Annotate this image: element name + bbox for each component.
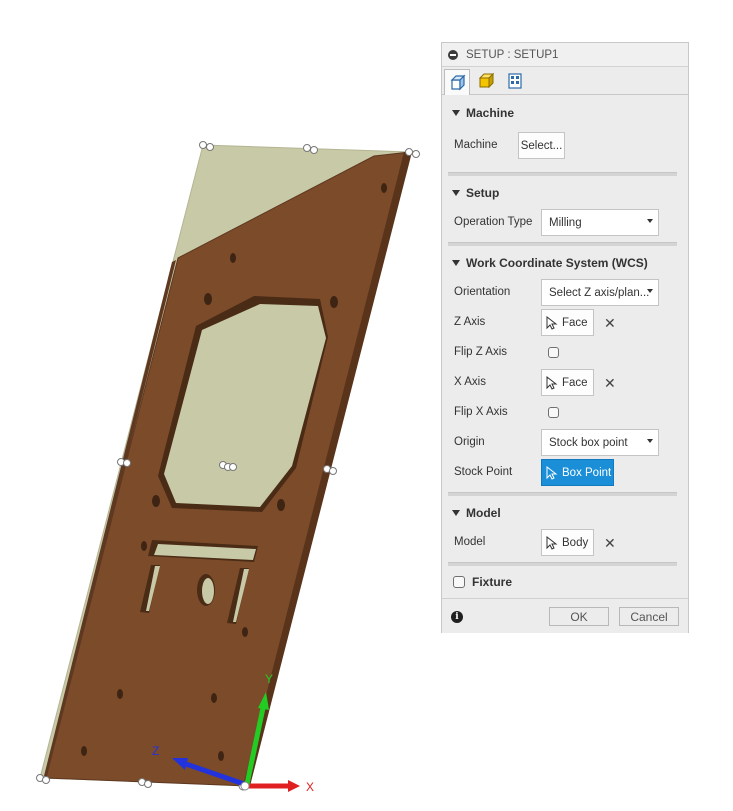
x-axis-head (288, 780, 300, 792)
machine-label: Machine (454, 139, 498, 151)
collapse-triangle-icon (452, 510, 460, 516)
cursor-arrow-icon (546, 375, 558, 390)
section-divider (448, 562, 677, 566)
model-section-header[interactable]: Model (452, 506, 501, 520)
collapse-triangle-icon (452, 260, 460, 266)
stock-box-icon (478, 72, 495, 89)
machine-heading: Machine (466, 106, 515, 120)
clear-z-axis-icon[interactable]: ✕ (604, 316, 616, 330)
orientation-value: Select Z axis/plan... (549, 286, 650, 299)
setup-section-header[interactable]: Setup (452, 186, 499, 200)
model-selection-button[interactable]: Body (541, 529, 594, 556)
cursor-arrow-icon (546, 465, 558, 480)
panel-tabs (442, 67, 688, 95)
post-process-icon (508, 73, 522, 89)
z-axis-selection-button[interactable]: Face (541, 309, 594, 336)
cursor-arrow-icon (546, 535, 558, 550)
operation-type-label: Operation Type (454, 216, 533, 228)
x-axis-label: X Axis (454, 376, 486, 388)
fixture-checkbox[interactable] (453, 576, 465, 588)
setup-panel: SETUP : SETUP1 Machine Machine Select...… (441, 42, 689, 633)
stock-point-selection-button[interactable]: Box Point (541, 459, 614, 486)
cursor-arrow-icon (546, 315, 558, 330)
flip-z-axis-label: Flip Z Axis (454, 346, 508, 358)
dropdown-caret-icon (647, 219, 653, 223)
ok-button[interactable]: OK (549, 607, 609, 626)
setup-tab[interactable] (444, 69, 470, 95)
collapse-triangle-icon (452, 190, 460, 196)
clear-x-axis-icon[interactable]: ✕ (604, 376, 616, 390)
cancel-button[interactable]: Cancel (619, 607, 679, 626)
info-icon[interactable]: i (451, 611, 463, 623)
section-divider (448, 242, 677, 246)
flip-x-axis-label: Flip X Axis (454, 406, 508, 418)
section-divider (448, 492, 677, 496)
x-axis-value: Face (562, 376, 588, 389)
x-axis-label: X (306, 780, 314, 794)
panel-footer: i OK Cancel (442, 598, 688, 633)
z-axis-value: Face (562, 316, 588, 329)
section-divider (448, 172, 677, 176)
y-axis-label: Y (265, 672, 273, 686)
collapse-icon[interactable] (448, 49, 458, 60)
operation-type-select[interactable]: Milling (541, 209, 659, 236)
machine-select-button[interactable]: Select... (518, 132, 565, 159)
wcs-heading: Work Coordinate System (WCS) (466, 256, 648, 270)
x-axis-selection-button[interactable]: Face (541, 369, 594, 396)
orientation-label: Orientation (454, 286, 511, 298)
stock-tab[interactable] (473, 69, 499, 93)
clear-model-icon[interactable]: ✕ (604, 536, 616, 550)
orientation-select[interactable]: Select Z axis/plan... (541, 279, 659, 306)
dropdown-caret-icon (647, 289, 653, 293)
operation-type-value: Milling (549, 216, 582, 229)
origin-value: Stock box point (549, 436, 628, 449)
round-hole-floor (202, 578, 214, 604)
post-process-tab[interactable] (502, 69, 528, 93)
setup-cube-icon (450, 74, 466, 90)
model-value: Body (562, 536, 589, 549)
flip-z-axis-checkbox[interactable] (548, 347, 559, 358)
origin-label: Origin (454, 436, 485, 448)
machine-section-header[interactable]: Machine (452, 106, 514, 120)
stock-point-value: Box Point (562, 466, 612, 479)
flip-x-axis-checkbox[interactable] (548, 407, 559, 418)
collapse-triangle-icon (452, 110, 460, 116)
panel-title: SETUP : SETUP1 (466, 48, 559, 61)
setup-heading: Setup (466, 186, 500, 200)
model-label: Model (454, 536, 486, 548)
stock-point-label: Stock Point (454, 466, 513, 478)
wcs-section-header[interactable]: Work Coordinate System (WCS) (452, 256, 648, 270)
z-axis-label: Z Axis (454, 316, 486, 328)
origin-select[interactable]: Stock box point (541, 429, 659, 456)
model-heading: Model (466, 506, 501, 520)
dropdown-caret-icon (647, 439, 653, 443)
fixture-heading: Fixture (472, 575, 513, 589)
z-axis-label: Z (152, 744, 159, 758)
triad-origin (240, 781, 250, 791)
panel-title-bar[interactable]: SETUP : SETUP1 (442, 43, 688, 67)
